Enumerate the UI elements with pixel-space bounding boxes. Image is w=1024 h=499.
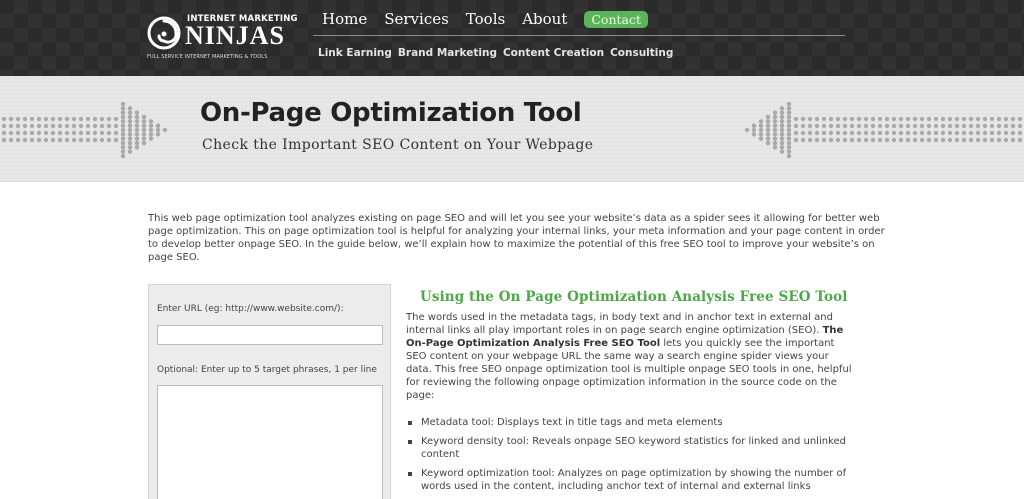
page-subtitle: Check the Important SEO Content on Your … (202, 137, 594, 153)
target-phrases-textarea[interactable] (157, 385, 383, 499)
dotted-arrow-right-decoration (744, 101, 1023, 159)
dotted-arrow-left-decoration (1, 101, 168, 159)
nav-divider (313, 35, 845, 36)
seo-tool-form: Enter URL (eg: http://www.website.com/):… (148, 284, 391, 499)
list-item: Keyword density tool: Reveals onpage SEO… (406, 435, 856, 461)
list-item: Keyword optimization tool: Analyzes on p… (406, 467, 856, 493)
logo-wordmark: NINJAS (185, 21, 285, 50)
article-heading: Using the On Page Optimization Analysis … (420, 289, 848, 305)
article-paragraph: The words used in the metadata tags, in … (406, 311, 856, 402)
subnav-content-creation[interactable]: Content Creation (503, 47, 604, 59)
url-label: Enter URL (eg: http://www.website.com/): (157, 304, 344, 314)
page-title: On-Page Optimization Tool (200, 98, 582, 128)
phrases-label: Optional: Enter up to 5 target phrases, … (157, 365, 377, 375)
nav-home[interactable]: Home (322, 10, 367, 28)
article-text-part1: The words used in the metadata tags, in … (406, 312, 833, 336)
nav-about[interactable]: About (522, 10, 567, 28)
subnav-link-earning[interactable]: Link Earning (318, 47, 392, 59)
intro-paragraph: This web page optimization tool analyzes… (148, 213, 885, 263)
nav-tools[interactable]: Tools (466, 10, 505, 28)
feature-list: Metadata tool: Displays text in title ta… (406, 416, 856, 493)
logo-tagline-bottom: FULL SERVICE INTERNET MARKETING & TOOLS (147, 54, 268, 60)
list-item: Metadata tool: Displays text in title ta… (406, 416, 856, 429)
page-banner: On-Page Optimization Tool Check the Impo… (0, 76, 1024, 182)
nav-services[interactable]: Services (384, 10, 449, 28)
subnav-brand-marketing[interactable]: Brand Marketing (398, 47, 497, 59)
site-header: INTERNET MARKETING NINJAS FULL SERVICE I… (0, 0, 1024, 76)
url-input[interactable] (157, 325, 383, 345)
site-logo[interactable]: INTERNET MARKETING NINJAS FULL SERVICE I… (147, 12, 298, 64)
subnav-consulting[interactable]: Consulting (610, 47, 673, 59)
ninja-swirl-icon (147, 16, 181, 50)
main-nav: Home Services Tools About Contact (322, 10, 665, 28)
article-section: Using the On Page Optimization Analysis … (406, 289, 856, 499)
contact-button[interactable]: Contact (584, 10, 648, 28)
sub-nav: Link Earning Brand Marketing Content Cre… (318, 47, 679, 59)
